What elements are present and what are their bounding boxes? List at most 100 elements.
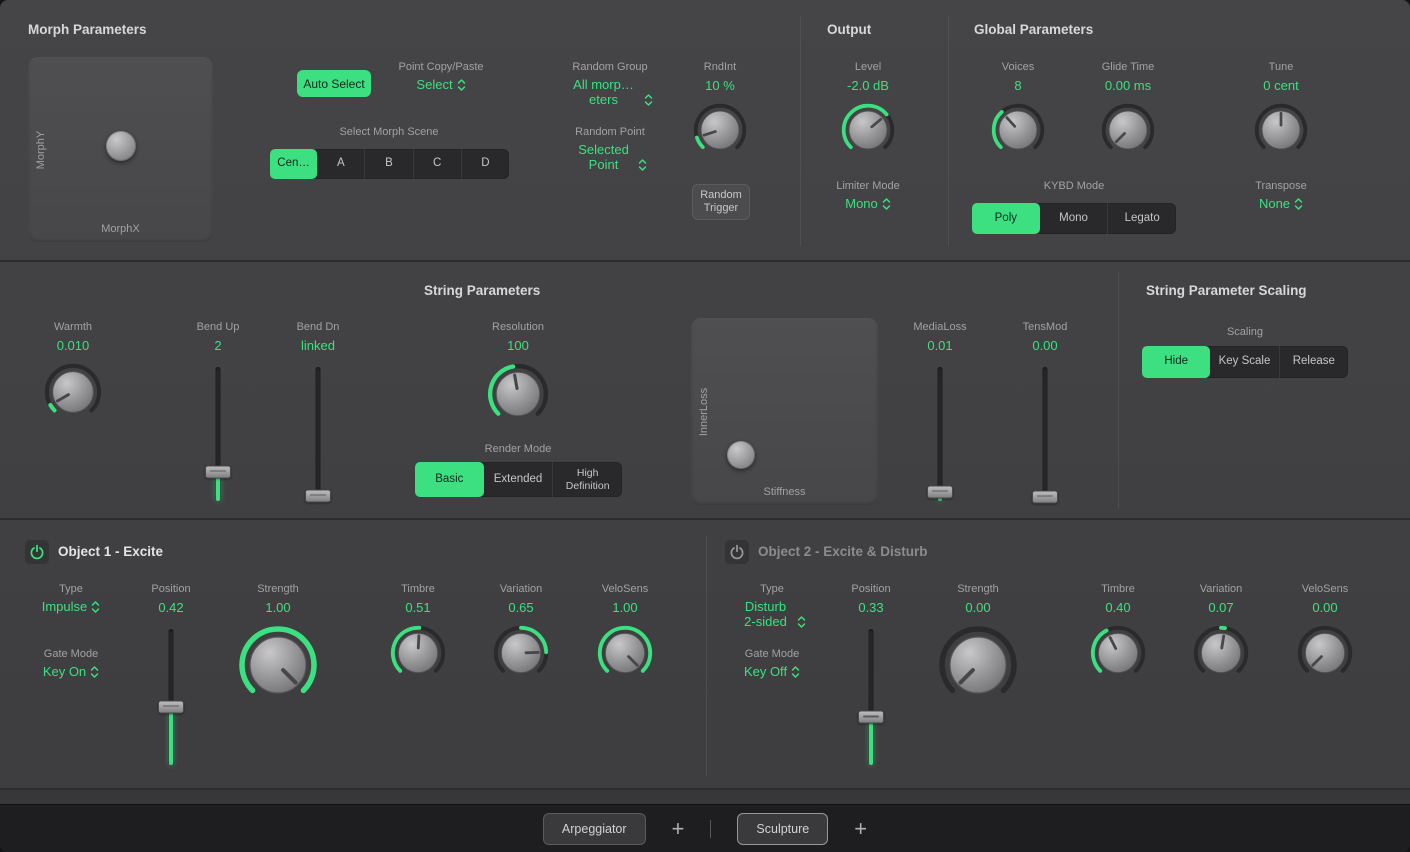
rndint-value: 10 % — [705, 78, 735, 93]
tune-knob[interactable] — [1254, 103, 1308, 157]
render-highdef-button[interactable]: High Definition — [552, 462, 622, 497]
object1-variation-value: 0.65 — [508, 600, 533, 615]
auto-select-button[interactable]: Auto Select — [297, 70, 371, 97]
level-value: -2.0 dB — [847, 78, 889, 93]
sculpture-plugin-window: Morph Parameters MorphY MorphX Auto Sele… — [0, 0, 1410, 852]
bend-dn-slider[interactable] — [305, 367, 331, 501]
transpose-label: Transpose — [1255, 180, 1307, 192]
object2-strength-value: 0.00 — [965, 600, 990, 615]
object2-gate-dropdown[interactable]: Key Off — [744, 665, 800, 680]
object1-position-slider[interactable] — [158, 629, 184, 765]
object1-strength-value: 1.00 — [265, 600, 290, 615]
chevron-updown-icon — [457, 78, 466, 92]
object1-velosens-knob[interactable] — [597, 625, 653, 681]
scene-b-button[interactable]: B — [364, 149, 412, 179]
resolution-label: Resolution — [492, 321, 544, 333]
scene-d-button[interactable]: D — [461, 149, 509, 179]
sculpture-plugin-button[interactable]: Sculpture — [737, 813, 828, 845]
random-trigger-button[interactable]: Random Trigger — [692, 184, 750, 220]
string-parameters-title: String Parameters — [424, 283, 540, 298]
object2-variation-knob[interactable] — [1193, 625, 1249, 681]
object1-position-value: 0.42 — [158, 600, 183, 615]
point-copy-paste-dropdown[interactable]: Select — [416, 78, 465, 93]
warmth-knob[interactable] — [44, 363, 102, 421]
scene-c-button[interactable]: C — [413, 149, 461, 179]
chevron-updown-icon — [882, 197, 891, 211]
add-plugin-button[interactable]: + — [672, 816, 685, 842]
object2-timbre-label: Timbre — [1101, 583, 1135, 595]
kybd-mode-label: KYBD Mode — [1044, 180, 1105, 192]
voices-knob[interactable] — [991, 103, 1045, 157]
render-basic-button[interactable]: Basic — [415, 462, 484, 497]
chevron-updown-icon — [91, 600, 100, 614]
scaling-segmented: Hide Key Scale Release — [1142, 346, 1348, 378]
object2-timbre-knob[interactable] — [1090, 625, 1146, 681]
divider — [706, 536, 707, 776]
output-title: Output — [827, 22, 871, 37]
scaling-hide-button[interactable]: Hide — [1142, 346, 1210, 378]
object2-power-button[interactable] — [725, 540, 749, 564]
scene-center-button[interactable]: Cen… — [270, 149, 317, 179]
collapsed-panel-strip — [0, 790, 1410, 804]
object2-type-dropdown[interactable]: Disturb 2-sided — [739, 600, 806, 630]
tune-label: Tune — [1269, 61, 1294, 73]
medialoss-slider[interactable] — [927, 367, 953, 501]
glide-time-knob[interactable] — [1101, 103, 1155, 157]
morph-pad[interactable]: MorphY MorphX — [28, 57, 213, 242]
chevron-updown-icon — [90, 665, 99, 679]
kybd-legato-button[interactable]: Legato — [1107, 203, 1176, 234]
object1-timbre-label: Timbre — [401, 583, 435, 595]
rndint-label: RndInt — [704, 61, 736, 73]
medialoss-label: MediaLoss — [913, 321, 966, 333]
object1-gate-dropdown[interactable]: Key On — [43, 665, 99, 680]
kybd-mono-button[interactable]: Mono — [1040, 203, 1108, 234]
scaling-release-button[interactable]: Release — [1279, 346, 1348, 378]
bend-up-slider[interactable] — [205, 367, 231, 501]
render-extended-button[interactable]: Extended — [484, 462, 553, 497]
object2-strength-label: Strength — [957, 583, 999, 595]
tensmod-label: TensMod — [1023, 321, 1068, 333]
object1-type-label: Type — [59, 583, 83, 595]
object1-title: Object 1 - Excite — [58, 544, 163, 559]
string-parameter-scaling-title: String Parameter Scaling — [1146, 283, 1307, 298]
object1-type-dropdown[interactable]: Impulse — [42, 600, 101, 615]
stiffness-pad-ball[interactable] — [727, 441, 755, 469]
object2-position-slider[interactable] — [858, 629, 884, 765]
bend-up-label: Bend Up — [197, 321, 240, 333]
object2-title: Object 2 - Excite & Disturb — [758, 544, 928, 559]
divider — [800, 16, 801, 246]
level-knob[interactable] — [841, 103, 895, 157]
object1-timbre-knob[interactable] — [390, 625, 446, 681]
scaling-keyscale-button[interactable]: Key Scale — [1210, 346, 1278, 378]
resolution-value: 100 — [507, 338, 529, 353]
stiffness-pad[interactable]: InnerLoss Stiffness — [691, 318, 878, 505]
object1-gate-label: Gate Mode — [44, 648, 98, 660]
divider — [0, 518, 1410, 520]
object1-power-button[interactable] — [25, 540, 49, 564]
warmth-label: Warmth — [54, 321, 92, 333]
divider — [948, 16, 949, 246]
scene-a-button[interactable]: A — [317, 149, 364, 179]
morph-pad-ball[interactable] — [106, 131, 136, 161]
object1-velosens-value: 1.00 — [612, 600, 637, 615]
tensmod-slider[interactable] — [1032, 367, 1058, 501]
object2-position-value: 0.33 — [858, 600, 883, 615]
limiter-mode-label: Limiter Mode — [836, 180, 900, 192]
add-plugin-button[interactable]: + — [854, 816, 867, 842]
innerloss-axis-label: InnerLoss — [698, 387, 710, 435]
glide-time-label: Glide Time — [1102, 61, 1155, 73]
morph-scene-segmented: Cen… A B C D — [270, 149, 509, 179]
rndint-knob[interactable] — [693, 103, 747, 157]
object2-velosens-knob[interactable] — [1297, 625, 1353, 681]
object2-strength-knob[interactable] — [938, 625, 1018, 705]
random-group-dropdown[interactable]: All morp…eters — [564, 78, 656, 108]
resolution-knob[interactable] — [487, 363, 549, 425]
chevron-updown-icon — [791, 665, 800, 679]
object1-strength-knob[interactable] — [238, 625, 318, 705]
kybd-poly-button[interactable]: Poly — [972, 203, 1040, 234]
random-point-dropdown[interactable]: Selected Point — [564, 143, 656, 173]
limiter-mode-dropdown[interactable]: Mono — [845, 197, 891, 212]
transpose-dropdown[interactable]: None — [1259, 197, 1303, 212]
arpeggiator-plugin-button[interactable]: Arpeggiator — [543, 813, 646, 845]
object1-variation-knob[interactable] — [493, 625, 549, 681]
